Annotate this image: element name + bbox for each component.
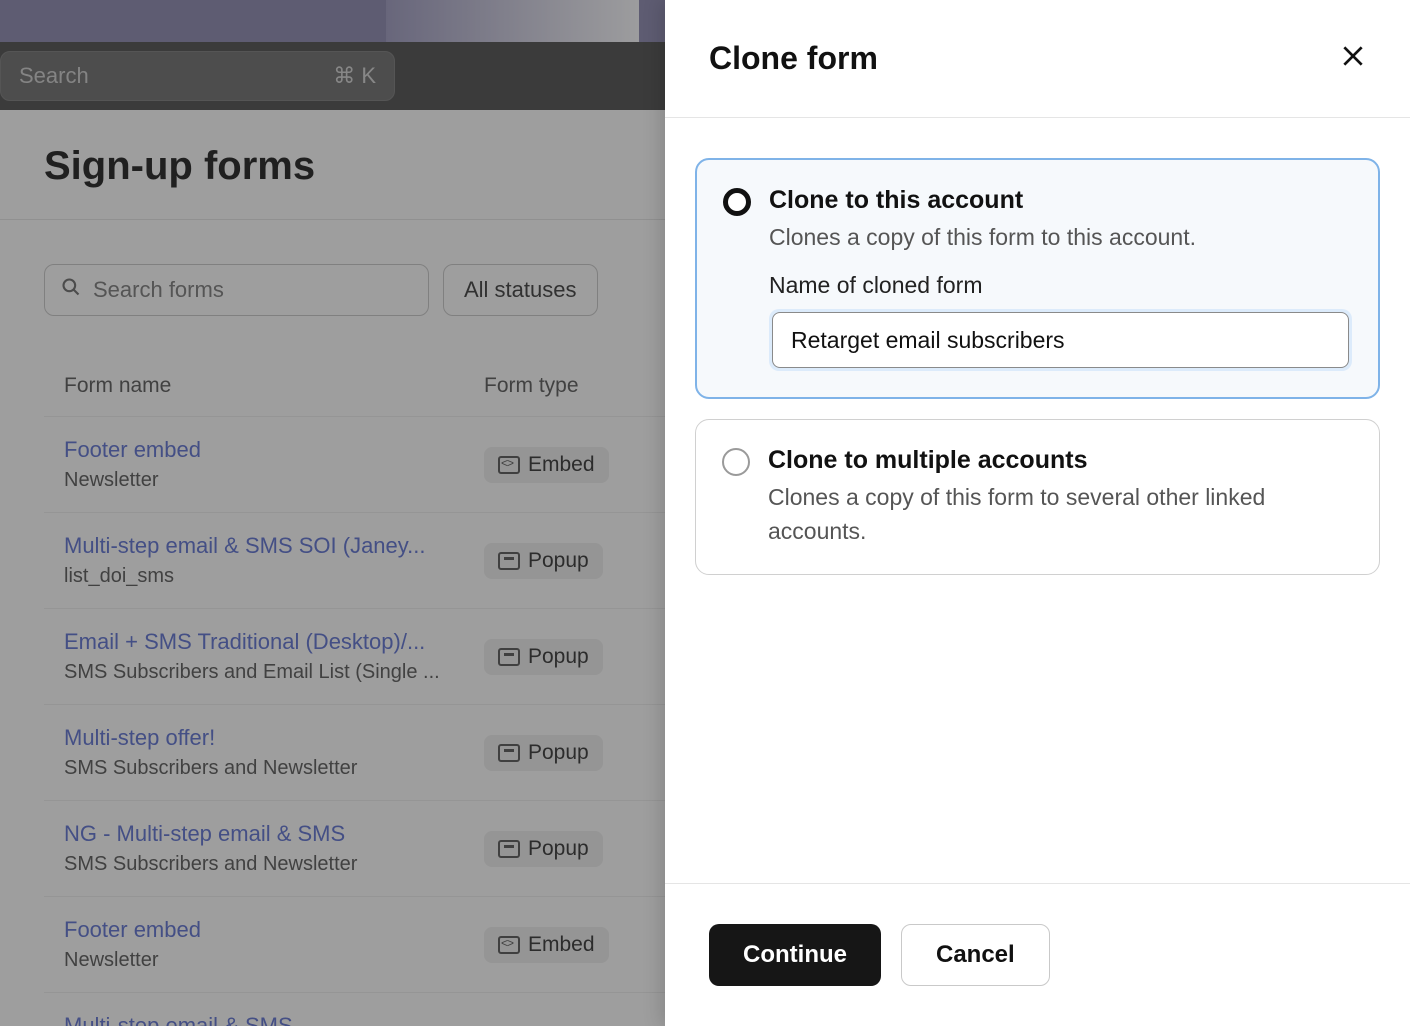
panel-header: Clone form [665, 0, 1410, 118]
panel-body: Clone to this account Clones a copy of t… [665, 118, 1410, 883]
cloned-name-input-focus-ring [769, 309, 1352, 371]
option-clone-multiple-accounts[interactable]: Clone to multiple accounts Clones a copy… [695, 419, 1380, 575]
continue-button[interactable]: Continue [709, 924, 881, 986]
radio-selected-icon [723, 188, 751, 216]
option-clone-this-account[interactable]: Clone to this account Clones a copy of t… [695, 158, 1380, 399]
cancel-button[interactable]: Cancel [901, 924, 1050, 986]
panel-footer: Continue Cancel [665, 883, 1410, 1026]
option-multi-title: Clone to multiple accounts [768, 446, 1353, 475]
clone-form-panel: Clone form Clone to this account Clones … [665, 0, 1410, 1026]
radio-unselected-icon [722, 448, 750, 476]
cloned-name-input[interactable] [772, 312, 1349, 368]
cloned-name-label: Name of cloned form [769, 272, 1352, 299]
option-multi-desc: Clones a copy of this form to several ot… [768, 481, 1353, 548]
option-this-desc: Clones a copy of this form to this accou… [769, 221, 1352, 254]
close-icon[interactable] [1340, 43, 1366, 75]
option-this-title: Clone to this account [769, 186, 1352, 215]
panel-title: Clone form [709, 40, 878, 77]
